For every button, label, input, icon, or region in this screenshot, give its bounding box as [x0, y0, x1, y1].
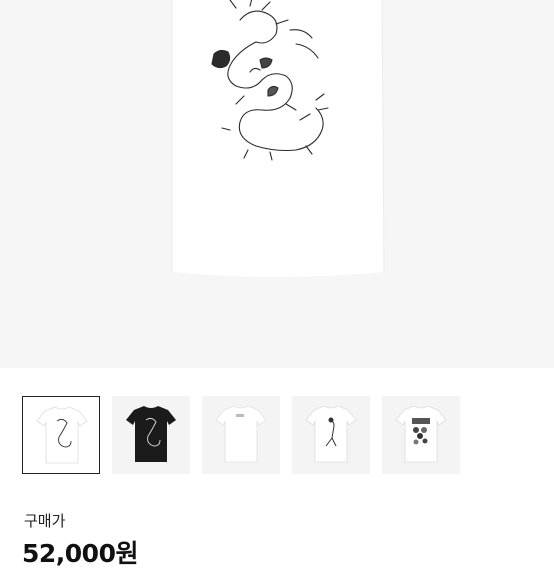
tshirt-thumb-icon [305, 405, 357, 463]
product-main-image[interactable] [0, 0, 554, 368]
thumbnail-white-dragon[interactable] [22, 396, 100, 474]
tshirt-thumb-icon [126, 406, 176, 462]
price-label: 구매가 [24, 512, 66, 530]
tshirt-illustration [171, 0, 385, 277]
price-value: 52,000원 [22, 539, 138, 568]
thumbnail-black-dragon[interactable] [112, 396, 190, 474]
thumbnail-white-floral[interactable] [382, 396, 460, 474]
tshirt-thumb-icon [395, 405, 447, 463]
thumbnail-white-back[interactable] [202, 396, 280, 474]
thumbnail-strip [22, 396, 542, 476]
tshirt-thumb-icon [36, 406, 88, 464]
tshirt-thumb-icon [215, 405, 267, 463]
thumbnail-white-figure[interactable] [292, 396, 370, 474]
